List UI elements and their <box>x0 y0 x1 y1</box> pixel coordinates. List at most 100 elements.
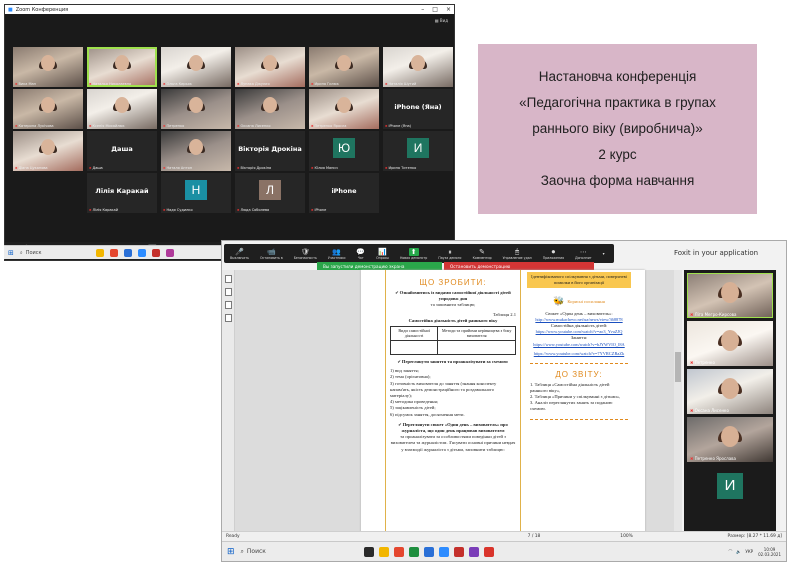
participant-tile[interactable]: Петренко Яросла <box>309 89 379 129</box>
toolbar-button[interactable]: 🎤 Выключить <box>230 248 249 260</box>
participant-tile[interactable] <box>13 173 83 213</box>
toolbar-icon: ⬆ <box>408 247 419 256</box>
app-icon[interactable] <box>165 248 174 257</box>
bees-icon: 🐝 <box>553 296 565 306</box>
pages-icon[interactable] <box>224 288 232 296</box>
toolbar-button[interactable]: 📹 Остановить в <box>260 248 283 260</box>
windows-start-icon[interactable]: ⊞ <box>227 547 235 557</box>
participant-avatar: Н <box>185 180 207 200</box>
panel-participant-tile[interactable]: Оксана Лисенко <box>687 369 773 414</box>
participant-tile[interactable]: Катерина Лукічова <box>13 89 83 129</box>
vertical-scrollbar[interactable] <box>674 270 682 552</box>
zoom-app-icon[interactable] <box>438 546 449 557</box>
windows-start-icon[interactable]: ⊞ <box>8 249 14 257</box>
panel-participant-tile[interactable]: И <box>687 465 773 510</box>
panel-participant-tile[interactable]: Петренко Ярослава <box>687 417 773 462</box>
table-title: Самостійна діяльність дітей раннього вік… <box>408 317 498 323</box>
toolbar-button[interactable]: ⏸ Пауза демонс <box>438 248 461 260</box>
zoom-level[interactable]: 100% <box>620 534 633 539</box>
pdf-app-icon[interactable] <box>453 546 464 557</box>
office-icon[interactable] <box>483 546 494 557</box>
participant-tile[interactable]: Наталія Шутий <box>383 47 453 87</box>
comments-icon[interactable] <box>224 314 232 322</box>
participant-tile[interactable]: Оксана Лисенко <box>235 89 305 129</box>
toolbar-button[interactable]: 🛡Безопасность <box>294 248 317 260</box>
toolbar-button[interactable]: ⬆ Новая демонстр <box>400 247 427 260</box>
participant-tile[interactable]: Лупака Джулия <box>235 47 305 87</box>
more-icon[interactable]: ▾ <box>603 251 605 256</box>
participant-tile[interactable]: Ксенія Михайлюк <box>87 89 157 129</box>
toolbar-button[interactable]: 📊Опросы <box>376 248 389 260</box>
foxit-hint: Foxit in your application <box>674 249 759 257</box>
link-youtube-3[interactable]: https://www.youtube.com/watch?v=7YVRCZRa… <box>530 351 628 357</box>
participant-tile[interactable]: Ю Юлия Манич <box>309 131 379 171</box>
chrome-icon[interactable] <box>408 546 419 557</box>
attachments-icon[interactable] <box>224 301 232 309</box>
participant-tile[interactable]: Ольга Кирьяк <box>161 47 231 87</box>
participant-tile[interactable]: Наталья Николаевна <box>87 47 157 87</box>
participant-tile[interactable]: Ирина Гилюк <box>309 47 379 87</box>
scheme-3: 3) готовність вихователя до заняття (зна… <box>390 380 497 399</box>
view-toggle[interactable]: ▦ Вид <box>435 18 448 23</box>
input-language[interactable]: УКР <box>745 549 753 554</box>
network-icon[interactable]: ⌒ <box>728 549 732 555</box>
participant-name: Петренко Ярослава <box>690 456 736 461</box>
participant-tile[interactable]: Лілія Каракай Лілія Каракай <box>87 173 157 213</box>
clock[interactable]: 10:09 02.03.2021 <box>758 547 781 557</box>
participant-tile[interactable]: Вікторія Дрокіна Вікторія Дрокіна <box>235 131 305 171</box>
participant-big-name: Вікторія Дрокіна <box>238 145 302 153</box>
zoom-app-icon[interactable] <box>137 248 146 257</box>
participant-name: Петренко Яросла <box>311 124 346 128</box>
link-youtube-2[interactable]: https://www.youtube.com/watch?v=bJYWVIO_… <box>530 342 628 348</box>
participant-tile[interactable]: Н Надя Судилко <box>161 173 231 213</box>
word-icon[interactable] <box>423 546 434 557</box>
toolbar-button[interactable]: 🖱 Управление удал <box>503 248 532 260</box>
participant-tile[interactable]: iPhone (Яна) iPhone (Яна) <box>383 89 453 129</box>
stop-share-button[interactable]: Остановить демонстрацию <box>444 262 594 270</box>
participant-video <box>721 329 739 351</box>
page-counter[interactable]: 7 / 18 <box>528 534 541 539</box>
participant-tile[interactable]: Петренко <box>161 89 231 129</box>
participant-big-name: iPhone (Яна) <box>394 103 442 111</box>
close-icon[interactable]: × <box>446 6 451 13</box>
toolbar-button[interactable]: ✎ Комментир <box>473 248 492 260</box>
bookmarks-icon[interactable] <box>224 275 232 283</box>
toolbar-button[interactable]: ⏺ Приложения <box>543 248 564 260</box>
participant-tile[interactable]: И Ирина Титенко <box>383 131 453 171</box>
toolbar-button[interactable]: 👥Участники <box>328 248 346 260</box>
pdf-app-icon[interactable] <box>151 248 160 257</box>
participant-name: Оксана Лисенко <box>690 408 729 413</box>
participant-tile[interactable]: Діана Цуканова <box>13 131 83 171</box>
participant-tile[interactable]: Наталя Антон <box>161 131 231 171</box>
toolbar-button[interactable]: ⋯ Дополнит <box>575 248 592 260</box>
scroll-thumb[interactable] <box>675 352 681 382</box>
toolbar-button[interactable]: 💬Чат <box>356 248 365 260</box>
taskbar-search[interactable]: ⌕ Поиск <box>20 250 90 256</box>
participant-video <box>337 97 351 113</box>
participant-tile[interactable]: Л Люда Соболева <box>235 173 305 213</box>
participant-tile[interactable]: Даша Даша <box>87 131 157 171</box>
minimize-icon[interactable]: – <box>421 6 424 13</box>
taskbar-search[interactable]: ⌕ Поиск <box>241 548 359 556</box>
folder-icon[interactable] <box>95 248 104 257</box>
card-line-2: «Педагогічна практика в групах <box>519 95 716 110</box>
word-icon[interactable] <box>123 248 132 257</box>
browser-icon[interactable] <box>393 546 404 557</box>
report-heading: ДО ЗВІТУ: <box>555 369 603 379</box>
participant-tile[interactable]: iPhone iPhone <box>309 173 379 213</box>
participant-video <box>41 139 55 155</box>
zoom-window-top: ■ Zoom Конференция – □ × ▦ Вид Вика Ман Н… <box>4 4 455 261</box>
participant-video <box>721 377 739 399</box>
browser-icon[interactable] <box>109 248 118 257</box>
participant-name: Даша <box>89 166 102 170</box>
task-view-icon[interactable] <box>363 546 374 557</box>
volume-icon[interactable]: 🔈 <box>736 549 741 554</box>
app-icon[interactable] <box>468 546 479 557</box>
folder-icon[interactable] <box>378 546 389 557</box>
panel-participant-tile[interactable]: Ліга Мегро-Кирсова <box>687 273 773 318</box>
maximize-icon[interactable]: □ <box>432 6 438 13</box>
participant-tile[interactable] <box>383 173 453 213</box>
participant-name: Лілія Каракай <box>89 208 118 212</box>
participant-tile[interactable]: Вика Ман <box>13 47 83 87</box>
panel-participant-tile[interactable]: Петренко <box>687 321 773 366</box>
